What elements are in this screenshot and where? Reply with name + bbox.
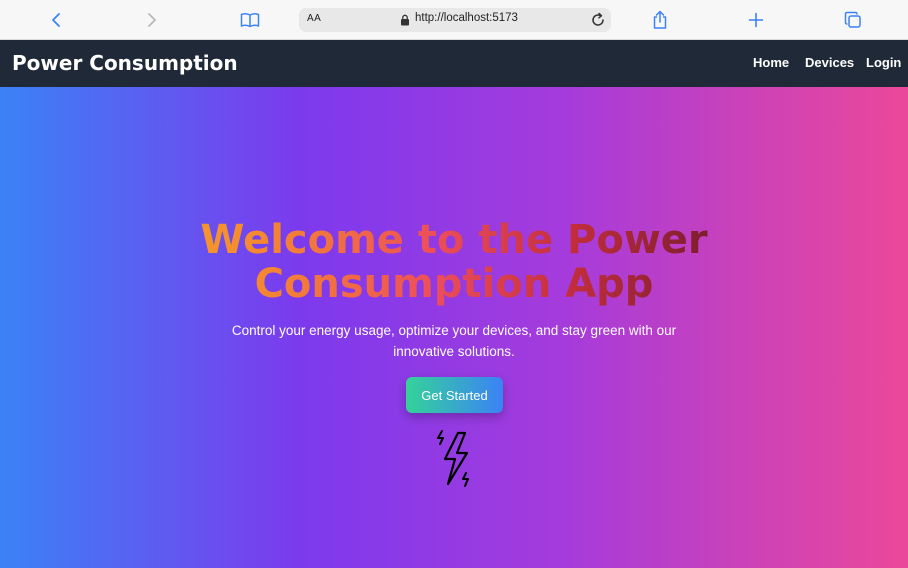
new-tab-button[interactable] [744, 8, 768, 32]
nav-link-login[interactable]: Login [866, 55, 901, 70]
lock-icon [401, 14, 409, 26]
reader-button[interactable]: AA [307, 13, 321, 24]
hero-section: Welcome to the Power Consumption App Con… [0, 87, 908, 568]
app-navbar: Power Consumption Home Devices Login [0, 40, 908, 87]
back-button[interactable] [44, 8, 68, 32]
share-icon [653, 10, 667, 29]
book-icon [240, 13, 260, 28]
hero-subtitle: Control your energy usage, optimize your… [231, 323, 677, 359]
chevron-right-icon [148, 13, 156, 27]
forward-button[interactable] [140, 8, 164, 32]
address-bar[interactable]: AA http://localhost:5173 [299, 8, 611, 32]
plus-icon [748, 12, 764, 28]
browser-toolbar: AA http://localhost:5173 [0, 0, 908, 40]
tabs-icon [844, 11, 861, 28]
reload-icon[interactable] [589, 11, 607, 29]
brand-title[interactable]: Power Consumption [12, 51, 238, 75]
hero-title: Welcome to the Power Consumption App [54, 218, 854, 306]
nav-link-home[interactable]: Home [753, 55, 789, 70]
nav-link-devices[interactable]: Devices [805, 55, 854, 70]
get-started-button[interactable]: Get Started [406, 377, 503, 413]
tabs-overview-button[interactable] [841, 8, 865, 32]
chevron-left-icon [52, 13, 60, 27]
bookmarks-button[interactable] [238, 8, 262, 32]
share-button[interactable] [648, 8, 672, 32]
url-text: http://localhost:5173 [415, 12, 518, 24]
lightning-bolt-icon [437, 430, 469, 487]
